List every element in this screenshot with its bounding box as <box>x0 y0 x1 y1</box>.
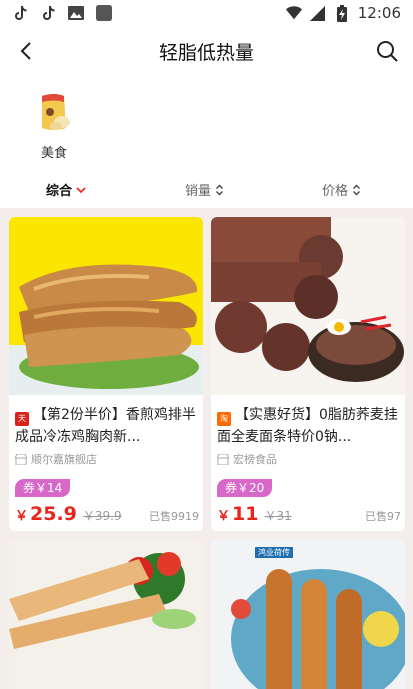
product-title-text: 【实惠好货】0脂肪荞麦挂面全麦面条特价0钠... <box>217 407 398 445</box>
status-bar: 12:06 <box>0 0 413 26</box>
price-row: ￥ 11 ￥31 已售97 <box>217 503 401 527</box>
sort-tab-label: 销量 <box>185 184 212 199</box>
sort-arrows-icon <box>216 184 224 195</box>
snack-bag-icon <box>34 92 74 134</box>
tiktok-icon <box>40 5 56 21</box>
original-price: ￥31 <box>264 509 292 523</box>
page-title: 轻脂低热量 <box>158 41 254 64</box>
tiktok-icon <box>12 5 28 21</box>
sausage-image <box>211 539 405 689</box>
category-item-food[interactable]: 美食 <box>28 92 80 161</box>
search-button[interactable] <box>373 37 401 65</box>
store-icon <box>15 453 27 465</box>
category-strip: 美食 <box>0 92 413 172</box>
coupon-badge: 券￥20 <box>217 479 273 497</box>
sort-bar: 综合 销量 价格 <box>0 172 413 206</box>
price-symbol: ￥ <box>217 509 231 524</box>
product-card[interactable]: 淘【实惠好货】0脂肪荞麦挂面全麦面条特价0钠... 宏榜食品 券￥20 ￥ 11… <box>211 217 405 531</box>
price-value: 11 <box>232 503 259 525</box>
shop-row[interactable]: 宏榜食品 <box>217 451 277 467</box>
soba-noodles-image <box>211 217 405 395</box>
store-icon <box>217 453 229 465</box>
app-square-icon <box>96 5 112 21</box>
sort-tab-price[interactable]: 价格 <box>322 180 361 199</box>
product-card[interactable] <box>9 539 203 689</box>
price-value: 25.9 <box>30 503 77 525</box>
image-brand-label: 鸿业荷传 <box>255 547 293 558</box>
product-title: 淘【实惠好货】0脂肪荞麦挂面全麦面条特价0钠... <box>217 404 401 448</box>
product-card[interactable]: 鸿业荷传 <box>211 539 405 689</box>
sort-tab-sales[interactable]: 销量 <box>185 180 224 199</box>
chicken-cutlet-image <box>9 217 203 395</box>
shop-row[interactable]: 顺尔嘉旗舰店 <box>15 451 97 467</box>
product-title-text: 【第2份半价】香煎鸡排半成品冷冻鸡胸肉新... <box>15 407 196 445</box>
price-symbol: ￥ <box>15 509 29 524</box>
original-price: ￥39.9 <box>82 509 122 523</box>
search-icon <box>377 41 398 62</box>
sort-tab-label: 价格 <box>322 184 349 199</box>
coupon-badge: 券￥14 <box>15 479 71 497</box>
gallery-icon <box>68 5 84 21</box>
shop-name: 顺尔嘉旗舰店 <box>31 453 97 466</box>
product-card[interactable]: 天【第2份半价】香煎鸡排半成品冷冻鸡胸肉新... 顺尔嘉旗舰店 券￥14 ￥ 2… <box>9 217 203 531</box>
signal-icon <box>310 5 326 21</box>
shop-name: 宏榜食品 <box>233 453 277 466</box>
sold-count: 已售97 <box>365 510 401 523</box>
back-arrow-icon <box>20 42 31 60</box>
category-label: 美食 <box>40 146 67 161</box>
wifi-icon <box>285 5 302 21</box>
price-row: ￥ 25.9 ￥39.9 已售9919 <box>15 503 199 527</box>
sort-tab-comprehensive[interactable]: 综合 <box>46 180 86 199</box>
salad-sausage-image <box>9 539 203 689</box>
tmall-badge-icon: 天 <box>15 412 29 426</box>
product-title: 天【第2份半价】香煎鸡排半成品冷冻鸡胸肉新... <box>15 404 199 448</box>
battery-charging-icon <box>334 4 350 22</box>
back-button[interactable] <box>12 37 40 65</box>
sold-count: 已售9919 <box>149 510 199 523</box>
sort-arrows-icon <box>353 184 361 195</box>
chevron-down-icon <box>76 186 86 193</box>
taobao-badge-icon: 淘 <box>217 412 231 426</box>
sort-tab-label: 综合 <box>46 184 73 199</box>
status-time: 12:06 <box>357 4 401 22</box>
nav-bar: 轻脂低热量 <box>0 28 413 74</box>
